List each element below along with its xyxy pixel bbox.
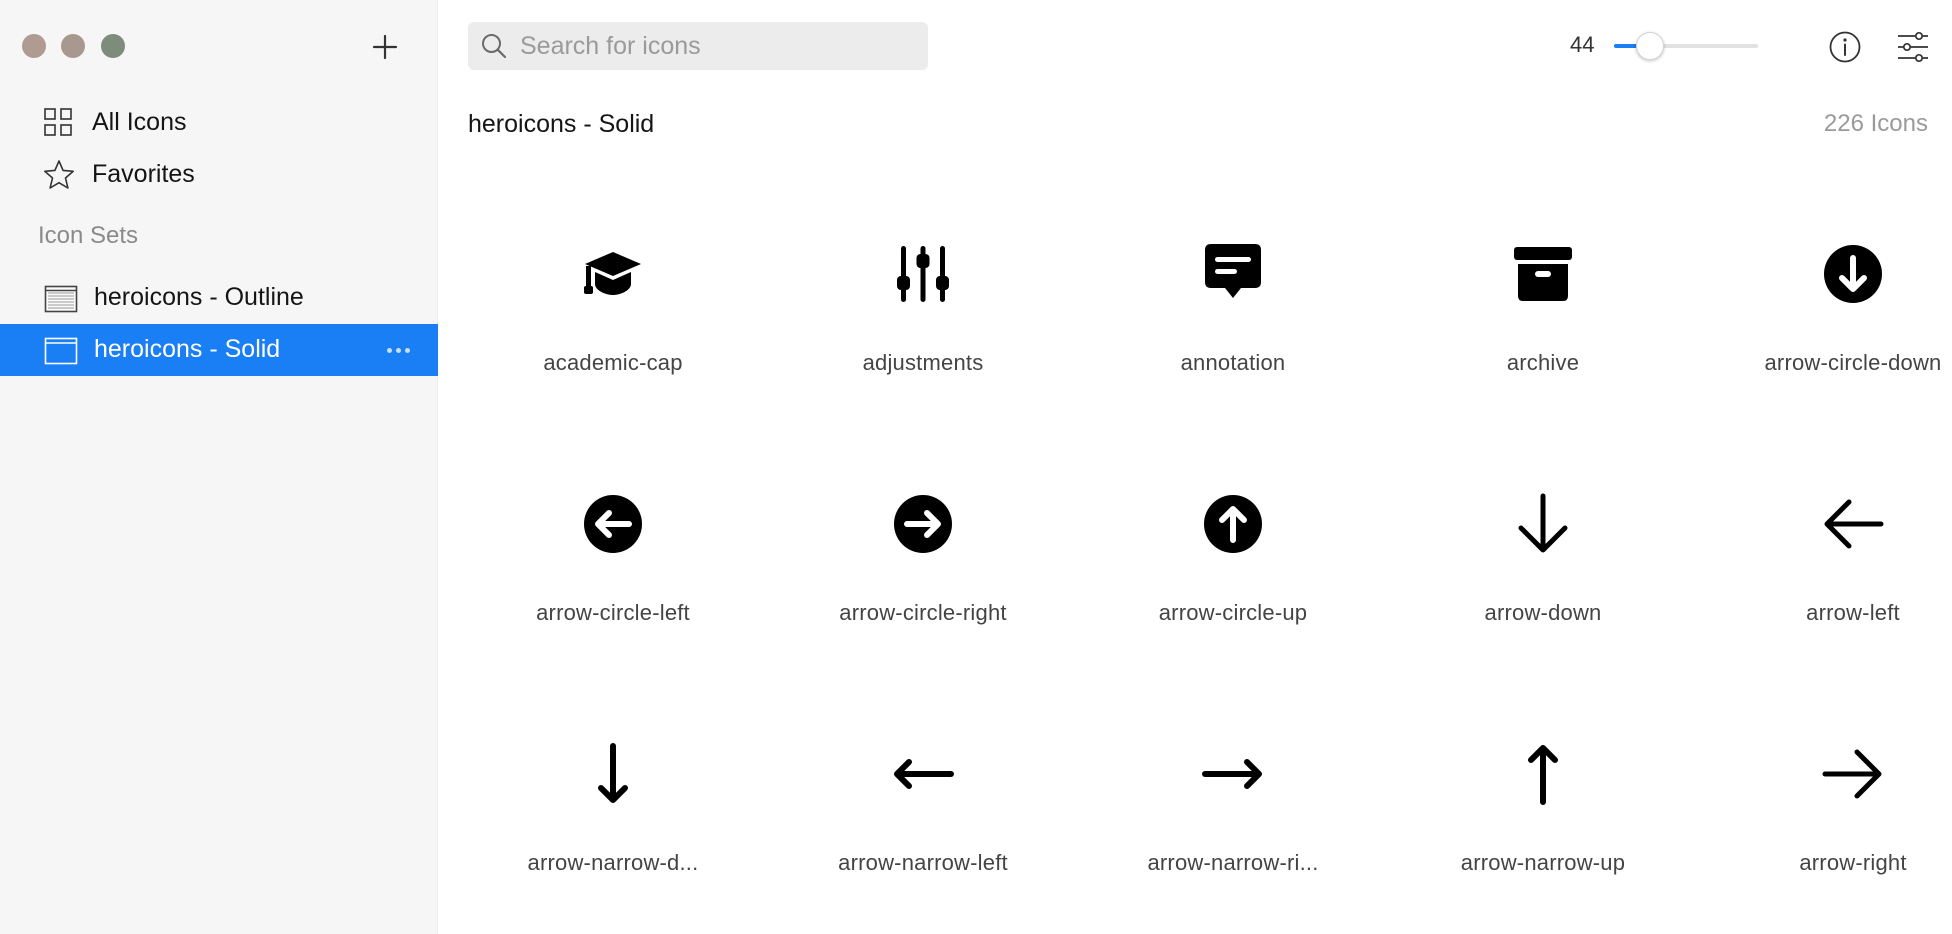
section-title-icon-sets: Icon Sets [38,222,139,249]
icon-tile-arrow-circle-left[interactable]: arrow-circle-left [458,450,768,700]
search-icon [482,34,507,59]
info-button[interactable] [1826,28,1864,66]
icon-set-icon [44,285,78,313]
icon-tile-arrow-narrow-right[interactable]: arrow-narrow-ri... [1078,700,1388,934]
icon-set-icon [44,337,78,365]
sidebar-item-label: All Icons [92,107,187,136]
zoom-window-button[interactable] [101,34,125,58]
sidebar-item-label: heroicons - Solid [94,335,281,363]
arrow-narrow-left-icon [887,738,959,810]
icon-tile-arrow-narrow-left[interactable]: arrow-narrow-left [768,700,1078,934]
icon-tile-academic-cap[interactable]: academic-cap [458,200,768,450]
icon-label: arrow-down [1484,600,1602,625]
icon-label: annotation [1180,350,1286,375]
plus-icon [372,34,398,60]
icon-label: arrow-circle-up [1158,600,1308,625]
sliders-icon [1898,31,1928,63]
arrow-circle-right-icon [887,488,959,560]
more-options-button[interactable] [378,338,418,362]
arrow-circle-left-icon [577,488,649,560]
icon-tile-arrow-circle-up[interactable]: arrow-circle-up [1078,450,1388,700]
icon-tile-arrow-narrow-up[interactable]: arrow-narrow-up [1388,700,1698,934]
sidebar-item-label: Favorites [92,159,195,188]
icon-tile-archive[interactable]: archive [1388,200,1698,450]
icon-tile-arrow-left[interactable]: arrow-left [1698,450,1952,700]
search-input[interactable] [518,28,918,64]
grid-icon [42,108,76,138]
arrow-right-icon [1817,738,1889,810]
icon-count: 226 Icons [1823,110,1928,137]
icon-label: arrow-circle-right [839,600,1007,625]
arrow-narrow-down-icon [577,738,649,810]
icon-size-slider[interactable] [1614,30,1758,62]
icon-tile-annotation[interactable]: annotation [1078,200,1388,450]
icon-label: arrow-left [1806,600,1900,625]
icon-label: arrow-narrow-d... [527,850,699,875]
page-title: heroicons - Solid [468,110,655,138]
icon-label: adjustments [862,350,984,375]
archive-icon [1507,238,1579,310]
sidebar-item-heroicons-outline[interactable]: heroicons - Outline [0,272,438,324]
sidebar-item-heroicons-solid[interactable]: heroicons - Solid [0,324,438,376]
icon-label: arrow-narrow-left [838,850,1008,875]
icon-tile-arrow-down[interactable]: arrow-down [1388,450,1698,700]
sidebar-item-all-icons[interactable]: All Icons [0,96,438,148]
close-window-button[interactable] [22,34,46,58]
star-icon [42,160,76,190]
info-icon [1829,31,1861,63]
icon-label: arrow-circle-left [536,600,690,625]
sidebar-item-label: heroicons - Outline [94,283,304,311]
arrow-left-icon [1817,488,1889,560]
icon-label: academic-cap [543,350,683,375]
icon-label: arrow-circle-down [1764,350,1942,375]
arrow-narrow-up-icon [1507,738,1579,810]
academic-cap-icon [577,238,649,310]
arrow-narrow-right-icon [1197,738,1269,810]
icon-tile-arrow-narrow-down[interactable]: arrow-narrow-d... [458,700,768,934]
minimize-window-button[interactable] [61,34,85,58]
sidebar-item-favorites[interactable]: Favorites [0,148,438,200]
icon-label: arrow-right [1799,850,1907,875]
adjustments-icon [887,238,959,310]
add-icon-set-button[interactable] [364,28,406,66]
icon-tile-arrow-circle-right[interactable]: arrow-circle-right [768,450,1078,700]
preferences-button[interactable] [1894,28,1932,66]
icon-label: arrow-narrow-up [1460,850,1626,875]
annotation-icon [1197,238,1269,310]
arrow-circle-up-icon [1197,488,1269,560]
icon-size-value: 44 [1570,32,1595,57]
icon-tile-adjustments[interactable]: adjustments [768,200,1078,450]
app-window: All Icons Favorites Icon Sets heroicons … [0,0,1952,934]
slider-knob[interactable] [1636,32,1664,60]
arrow-down-icon [1507,488,1579,560]
icon-label: arrow-narrow-ri... [1147,850,1319,875]
icon-tile-arrow-circle-down[interactable]: arrow-circle-down [1698,200,1952,450]
icon-tile-arrow-right[interactable]: arrow-right [1698,700,1952,934]
icon-label: archive [1506,350,1580,375]
arrow-circle-down-icon [1817,238,1889,310]
sidebar: All Icons Favorites Icon Sets heroicons … [0,0,438,934]
search-field[interactable] [468,22,928,70]
